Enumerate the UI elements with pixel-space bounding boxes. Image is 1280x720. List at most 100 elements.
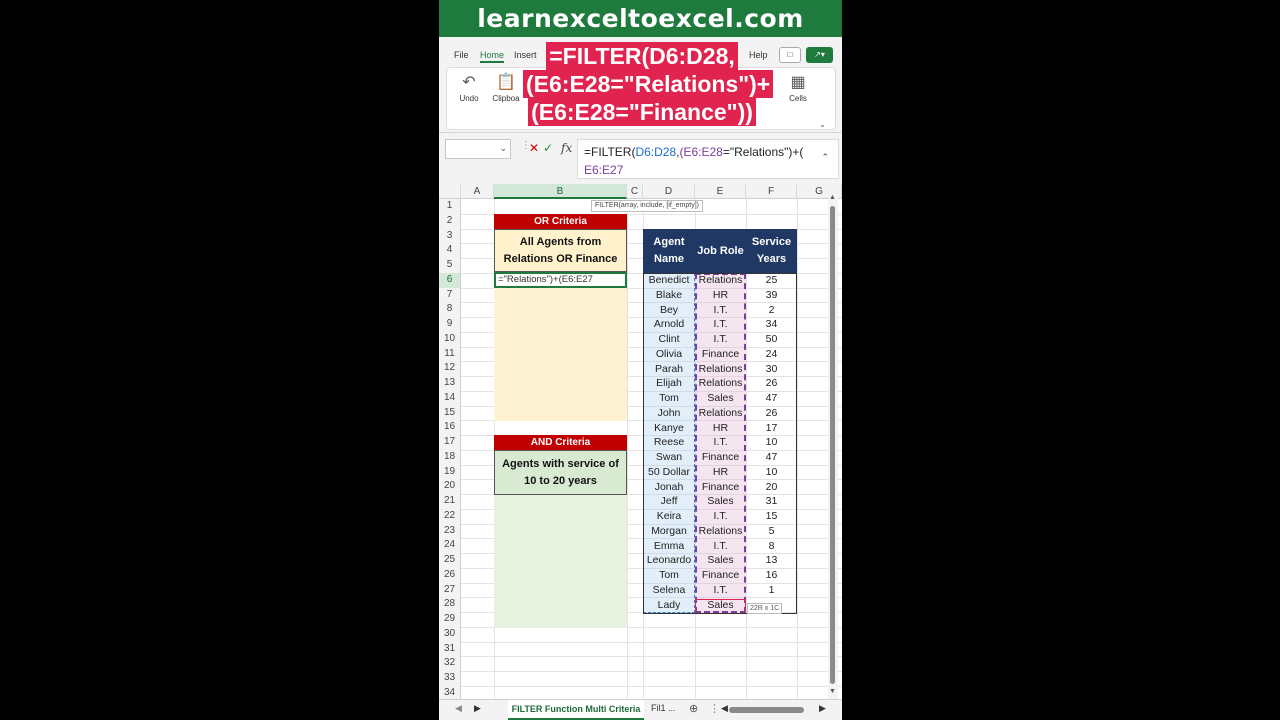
job-role-cell[interactable]: Finance	[695, 568, 746, 583]
chevron-up-icon[interactable]: ⌃	[821, 148, 829, 166]
job-role-cell[interactable]: I.T.	[695, 435, 746, 450]
agent-name-cell[interactable]: Tom	[643, 391, 695, 406]
row-header[interactable]: 31	[439, 641, 461, 657]
row-header[interactable]: 27	[439, 582, 461, 598]
agent-name-cell[interactable]: Tom	[643, 568, 695, 583]
add-sheet-icon[interactable]: ⊕	[689, 702, 698, 715]
row-header[interactable]: 33	[439, 671, 461, 686]
service-years-cell[interactable]: 26	[746, 406, 797, 421]
row-header[interactable]: 12	[439, 361, 461, 376]
agent-name-cell[interactable]: Blake	[643, 288, 695, 303]
agent-name-cell[interactable]: Reese	[643, 435, 695, 450]
confirm-icon[interactable]: ✓	[543, 141, 553, 155]
row-header[interactable]: 13	[439, 376, 461, 391]
row-header[interactable]: 18	[439, 449, 461, 465]
next-sheet-icon[interactable]: ▶	[474, 703, 481, 714]
service-years-cell[interactable]: 24	[746, 347, 797, 362]
insert-function-icon[interactable]: fx	[561, 141, 572, 155]
worksheet-grid[interactable]: A B C D E F G 1 2 3 4 5 6 7 8 9 10 11 12 13 14 15 16 17 1…	[439, 184, 842, 700]
name-box[interactable]: ⌄	[445, 139, 511, 159]
service-years-cell[interactable]: 16	[746, 568, 797, 583]
row-header[interactable]: 4	[439, 243, 461, 258]
col-header-f[interactable]: F	[746, 184, 797, 199]
agent-name-cell[interactable]: Clint	[643, 332, 695, 347]
service-years-cell[interactable]: 20	[746, 480, 797, 495]
col-header-d[interactable]: D	[643, 184, 695, 199]
scroll-left-icon[interactable]: ◀	[721, 703, 728, 714]
agent-name-cell[interactable]: Emma	[643, 539, 695, 554]
row-header[interactable]: 23	[439, 523, 461, 539]
tab-file[interactable]: File	[454, 50, 469, 60]
job-role-cell[interactable]: I.T.	[695, 332, 746, 347]
tab-home[interactable]: Home	[480, 50, 505, 63]
agent-name-cell[interactable]: Selena	[643, 583, 695, 598]
job-role-cell[interactable]: Relations	[695, 362, 746, 377]
ribbon-collapse-icon[interactable]: ⌄	[819, 120, 826, 129]
job-role-cell[interactable]: Sales	[695, 553, 746, 568]
row-header[interactable]: 6	[439, 272, 461, 288]
job-role-cell[interactable]: I.T.	[695, 303, 746, 318]
service-years-cell[interactable]: 25	[746, 273, 797, 288]
agent-name-cell[interactable]: Benedict	[643, 273, 695, 288]
row-header[interactable]: 32	[439, 656, 461, 671]
row-header[interactable]: 11	[439, 346, 461, 362]
row-header[interactable]: 9	[439, 317, 461, 332]
service-years-cell[interactable]: 17	[746, 421, 797, 436]
agent-name-cell[interactable]: Jeff	[643, 494, 695, 509]
col-header-c[interactable]: C	[627, 184, 643, 199]
row-header[interactable]: 7	[439, 287, 461, 303]
job-role-cell[interactable]: Relations	[695, 273, 746, 288]
row-header[interactable]: 16	[439, 420, 461, 435]
row-header[interactable]: 1	[439, 199, 461, 214]
job-role-cell[interactable]: Sales	[695, 494, 746, 509]
service-years-cell[interactable]: 10	[746, 435, 797, 450]
row-header[interactable]: 34	[439, 685, 461, 700]
agent-name-cell[interactable]: Keira	[643, 509, 695, 524]
cells-button[interactable]: ▦ Cells	[783, 72, 813, 103]
col-header-a[interactable]: A	[461, 184, 494, 199]
formula-input[interactable]: =FILTER(D6:D28,(E6:E28="Relations")+( E6…	[577, 139, 839, 179]
agent-name-cell[interactable]: Lady	[643, 598, 695, 613]
service-years-cell[interactable]: 8	[746, 539, 797, 554]
sheet-tab-fil1[interactable]: Fil1 ...	[651, 703, 676, 713]
clipboard-button[interactable]: 📋 Clipboa	[489, 72, 523, 103]
service-years-cell[interactable]: 26	[746, 376, 797, 391]
row-header[interactable]: 17	[439, 435, 461, 450]
job-role-cell[interactable]: I.T.	[695, 317, 746, 332]
row-header[interactable]: 25	[439, 553, 461, 568]
agent-name-cell[interactable]: Jonah	[643, 480, 695, 495]
row-header[interactable]: 30	[439, 626, 461, 642]
share-button[interactable]: ↗▾	[806, 47, 833, 63]
job-role-cell[interactable]: Finance	[695, 450, 746, 465]
service-years-cell[interactable]: 2	[746, 303, 797, 318]
job-role-cell[interactable]: Finance	[695, 347, 746, 362]
service-years-cell[interactable]: 47	[746, 450, 797, 465]
service-years-cell[interactable]: 34	[746, 317, 797, 332]
row-header[interactable]: 19	[439, 464, 461, 480]
service-years-cell[interactable]: 1	[746, 583, 797, 598]
job-role-cell[interactable]: Relations	[695, 406, 746, 421]
agent-name-cell[interactable]: Arnold	[643, 317, 695, 332]
row-header[interactable]: 21	[439, 494, 461, 509]
job-role-cell[interactable]: I.T.	[695, 509, 746, 524]
job-role-cell[interactable]: I.T.	[695, 583, 746, 598]
scroll-up-icon[interactable]: ▲	[829, 194, 836, 201]
row-header[interactable]: 28	[439, 597, 461, 612]
service-years-cell[interactable]: 5	[746, 524, 797, 539]
service-years-cell[interactable]: 31	[746, 494, 797, 509]
agent-name-cell[interactable]: Elijah	[643, 376, 695, 391]
col-header-b[interactable]: B	[494, 184, 627, 199]
row-header[interactable]: 3	[439, 228, 461, 244]
agent-name-cell[interactable]: Parah	[643, 362, 695, 377]
undo-button[interactable]: ↶ Undo	[453, 72, 485, 103]
agent-name-cell[interactable]: Swan	[643, 450, 695, 465]
job-role-cell[interactable]: HR	[695, 421, 746, 436]
row-header[interactable]: 8	[439, 302, 461, 317]
service-years-cell[interactable]: 50	[746, 332, 797, 347]
row-header[interactable]: 20	[439, 479, 461, 494]
job-role-cell[interactable]: I.T.	[695, 539, 746, 554]
horizontal-scroll-thumb[interactable]	[729, 707, 804, 713]
agent-name-cell[interactable]: Morgan	[643, 524, 695, 539]
cancel-icon[interactable]: ✕	[529, 141, 539, 155]
service-years-cell[interactable]: 39	[746, 288, 797, 303]
